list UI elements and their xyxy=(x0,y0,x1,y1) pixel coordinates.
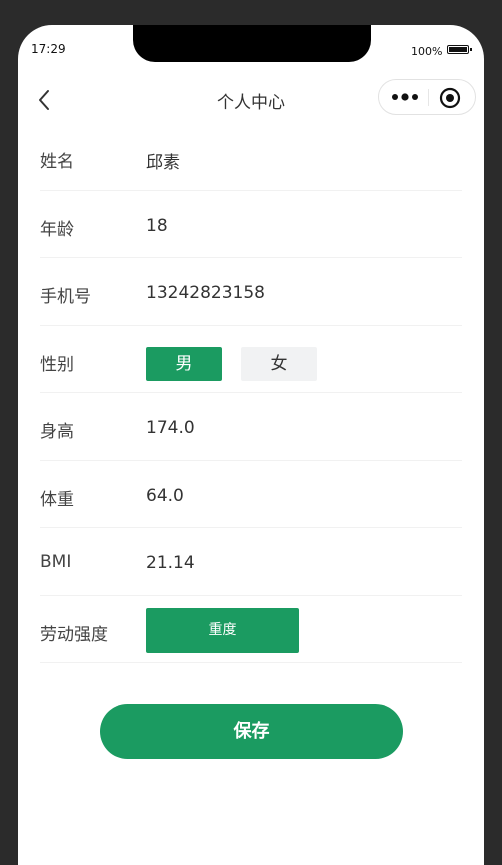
weight-label: 体重 xyxy=(40,489,74,510)
battery-icon xyxy=(447,45,472,54)
phone-screen: 17:29 100% 个人中心 姓名 邱素 年龄 18 手机号 13242823… xyxy=(18,25,484,865)
gender-row: 性别 男 女 xyxy=(40,326,462,393)
more-button[interactable] xyxy=(391,88,421,106)
close-program-button[interactable] xyxy=(439,87,461,109)
name-field[interactable]: 邱素 xyxy=(146,148,180,173)
phone-label: 手机号 xyxy=(40,287,91,307)
mini-program-capsule xyxy=(378,79,476,115)
battery-percentage: 100% xyxy=(411,45,443,58)
labor-label: 劳动强度 xyxy=(40,624,108,645)
notch xyxy=(133,25,371,62)
status-time: 17:29 xyxy=(31,42,66,56)
bmi-row: BMI 21.14 xyxy=(40,528,462,596)
labor-row: 劳动强度 重度 xyxy=(40,596,462,663)
bmi-label: BMI xyxy=(40,552,72,572)
weight-field[interactable]: 64.0 xyxy=(146,486,184,506)
bmi-value: 21.14 xyxy=(146,553,195,573)
phone-row: 手机号 13242823158 xyxy=(40,258,462,326)
profile-form: 姓名 邱素 年龄 18 手机号 13242823158 性别 男 女 身高 17… xyxy=(40,123,462,663)
phone-field[interactable]: 13242823158 xyxy=(146,283,265,303)
height-field[interactable]: 174.0 xyxy=(146,418,195,438)
more-dots-icon xyxy=(392,93,418,101)
labor-intensity-select[interactable]: 重度 xyxy=(146,607,299,653)
height-label: 身高 xyxy=(40,422,74,442)
age-label: 年龄 xyxy=(40,219,74,240)
age-field[interactable]: 18 xyxy=(146,216,168,236)
age-row: 年龄 18 xyxy=(40,191,462,258)
gender-label: 性别 xyxy=(40,354,74,375)
weight-row: 体重 64.0 xyxy=(40,461,462,528)
name-row: 姓名 邱素 xyxy=(40,123,462,191)
gender-female-option[interactable]: 女 xyxy=(241,346,317,381)
save-button[interactable]: 保存 xyxy=(100,704,403,759)
record-icon xyxy=(439,87,461,109)
gender-male-option[interactable]: 男 xyxy=(146,346,222,381)
name-label: 姓名 xyxy=(40,152,74,172)
capsule-divider xyxy=(428,89,429,106)
height-row: 身高 174.0 xyxy=(40,393,462,461)
